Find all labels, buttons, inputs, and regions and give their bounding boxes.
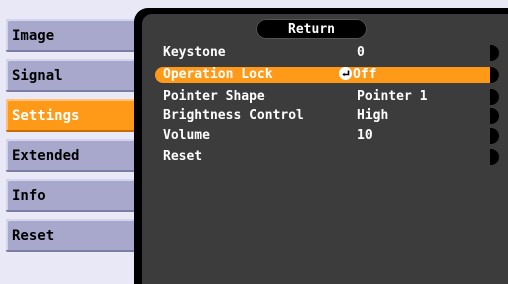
setting-value: Off <box>353 67 377 82</box>
sidebar-item-label: Reset <box>12 227 55 244</box>
sidebar-item-label: Extended <box>12 147 80 164</box>
sidebar-item-label: Image <box>12 27 55 44</box>
enter-icon <box>339 67 352 80</box>
return-button-label: Return <box>288 21 335 37</box>
setting-row-volume[interactable]: Volume 10 <box>155 128 499 144</box>
setting-value: High <box>357 108 389 123</box>
setting-row-operation-lock[interactable]: Operation Lock Off <box>155 67 499 83</box>
sidebar-item-label: Info <box>12 187 46 204</box>
setting-label: Volume <box>163 128 210 143</box>
setting-row-brightness-control[interactable]: Brightness Control High <box>155 108 499 124</box>
setting-label: Keystone <box>163 45 226 60</box>
setting-label: Pointer Shape <box>163 89 265 104</box>
setting-row-pointer-shape[interactable]: Pointer Shape Pointer 1 <box>155 89 499 105</box>
setting-label: Brightness Control <box>163 108 304 123</box>
setting-value: 10 <box>357 128 373 143</box>
sidebar-item-info[interactable]: Info <box>6 179 140 212</box>
sidebar-item-image[interactable]: Image <box>6 19 140 52</box>
sidebar-item-extended[interactable]: Extended <box>6 139 140 172</box>
setting-row-keystone[interactable]: Keystone 0 <box>155 45 499 61</box>
setting-row-reset[interactable]: Reset <box>155 149 499 165</box>
return-button[interactable]: Return <box>256 19 367 39</box>
sidebar-item-label: Settings <box>12 107 80 124</box>
sidebar-item-reset[interactable]: Reset <box>6 219 140 252</box>
setting-label: Reset <box>163 149 203 164</box>
sidebar-menu: Image Signal Settings Extended Info Rese… <box>0 0 150 284</box>
setting-label: Operation Lock <box>163 67 273 82</box>
sidebar-item-signal[interactable]: Signal <box>6 59 140 92</box>
sidebar-item-label: Signal <box>12 67 63 84</box>
sidebar-item-settings[interactable]: Settings <box>6 99 140 132</box>
setting-value: Pointer 1 <box>357 89 428 104</box>
setting-value: 0 <box>357 45 365 60</box>
setting-value-container: Off <box>339 67 376 83</box>
